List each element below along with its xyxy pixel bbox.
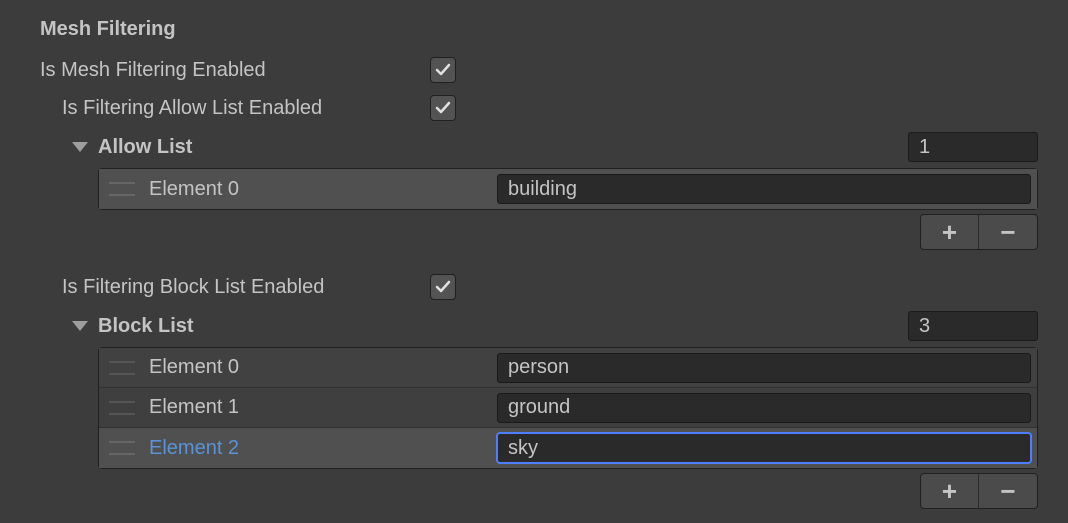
label-allow-list: Allow List [98,136,908,159]
element-label: Element 0 [149,178,497,201]
list-header-allow-list: Allow List [40,129,1038,165]
checkbox-mesh-filtering-enabled[interactable] [430,57,456,83]
list-box-block-list: Element 0 Element 1 Element 2 [98,347,1038,469]
foldout-icon[interactable] [72,321,88,331]
drag-handle-icon[interactable] [109,182,135,196]
remove-button[interactable]: − [979,215,1037,249]
list-item[interactable]: Element 0 [99,348,1037,388]
element-value-input[interactable] [497,174,1031,204]
list-item[interactable]: Element 0 [99,169,1037,209]
add-button[interactable]: + [921,474,979,508]
drag-handle-icon[interactable] [109,361,135,375]
row-block-list-enabled: Is Filtering Block List Enabled [40,268,1038,306]
label-is-mesh-filtering-enabled: Is Mesh Filtering Enabled [40,59,430,82]
element-value-input[interactable] [497,353,1031,383]
list-item[interactable]: Element 1 [99,388,1037,428]
element-label: Element 0 [149,356,497,379]
list-box-allow-list: Element 0 [98,168,1038,210]
list-item[interactable]: Element 2 [99,428,1037,468]
label-is-filtering-block-list-enabled: Is Filtering Block List Enabled [40,276,430,299]
list-footer-allow-list: + − [40,214,1038,250]
element-value-input[interactable] [497,433,1031,463]
drag-handle-icon[interactable] [109,401,135,415]
checkbox-allow-list-enabled[interactable] [430,95,456,121]
drag-handle-icon[interactable] [109,441,135,455]
foldout-icon[interactable] [72,142,88,152]
row-mesh-filtering-enabled: Is Mesh Filtering Enabled [40,51,1038,89]
remove-button[interactable]: − [979,474,1037,508]
element-label: Element 1 [149,396,497,419]
checkbox-block-list-enabled[interactable] [430,274,456,300]
row-allow-list-enabled: Is Filtering Allow List Enabled [40,89,1038,127]
input-block-list-count[interactable] [908,311,1038,341]
input-allow-list-count[interactable] [908,132,1038,162]
element-value-input[interactable] [497,393,1031,423]
section-header-mesh-filtering: Mesh Filtering [40,18,1038,41]
label-block-list: Block List [98,315,908,338]
label-is-filtering-allow-list-enabled: Is Filtering Allow List Enabled [40,97,430,120]
list-footer-block-list: + − [40,473,1038,509]
element-label: Element 2 [149,437,497,460]
list-header-block-list: Block List [40,308,1038,344]
add-button[interactable]: + [921,215,979,249]
